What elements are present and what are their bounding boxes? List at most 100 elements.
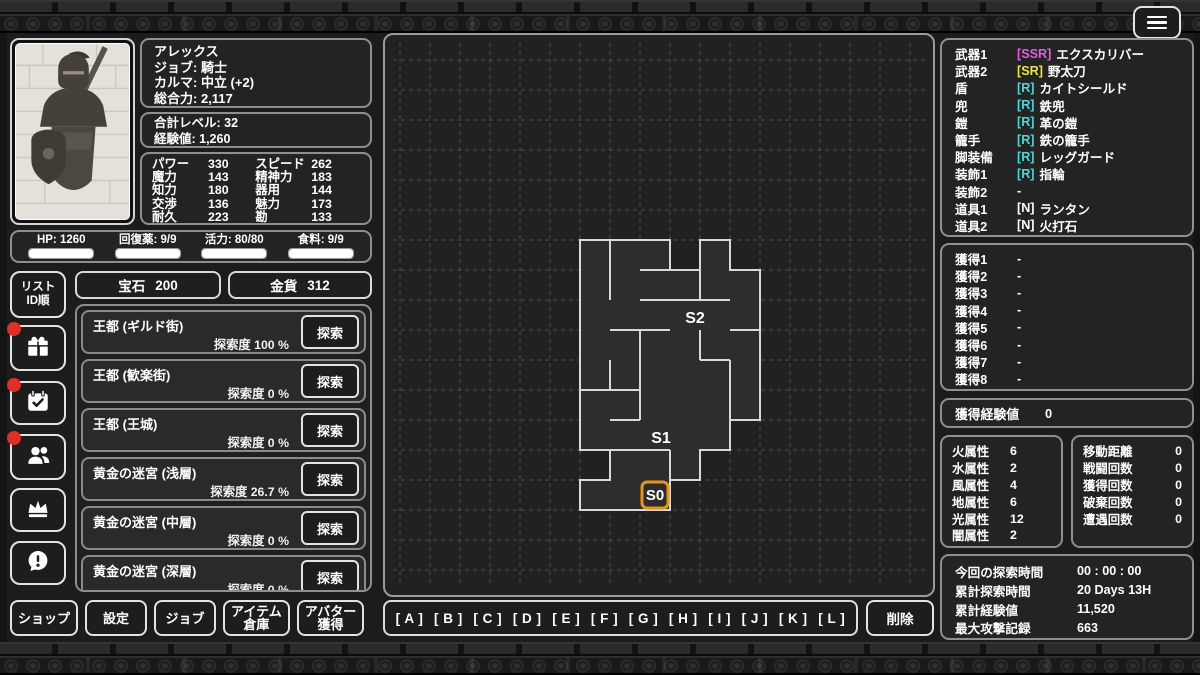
- acquisition-row: 獲得6 -: [942, 336, 1192, 354]
- equipment-rarity: [N]: [1017, 201, 1035, 216]
- stat-value: 223: [208, 209, 229, 224]
- character-total-power: 総合力: 2,117: [154, 90, 233, 106]
- element-row: 風属性 4: [942, 477, 1061, 494]
- calendar-button[interactable]: [7, 378, 66, 425]
- element-value: 2: [1010, 461, 1017, 476]
- resource-bar-fill: [202, 249, 267, 258]
- location-row-text: 黄金の迷宮 (中層) 探索度 0 %: [93, 508, 301, 548]
- element-label: 光属性: [952, 512, 990, 527]
- location-progress: 探索度 0 %: [227, 387, 290, 401]
- floor-letter-button[interactable]: [ C ]: [473, 611, 502, 626]
- brick-band: [0, 642, 1200, 656]
- location-list: 王都 (ギルド街) 探索度 100 % 探索 王都 (歓楽街) 探索度 0 % …: [75, 304, 372, 592]
- acquired-exp-panel: 獲得経験値 0: [940, 398, 1194, 428]
- list-sort-button[interactable]: リスト ID順: [10, 271, 66, 318]
- scrollwork-band: [0, 656, 1200, 675]
- footer-button[interactable]: ショップ: [10, 600, 79, 636]
- equipment-name: エクスカリバー: [1056, 48, 1145, 63]
- zone-label: S1: [651, 430, 671, 447]
- hamburger-icon: [1147, 21, 1167, 24]
- equipment-row: 武器1 [SSR] エクスカリバー: [942, 45, 1192, 63]
- element-value: 12: [1010, 511, 1024, 526]
- equipment-rarity: [R]: [1017, 115, 1035, 130]
- footer-button-label: 設定: [103, 610, 130, 626]
- floor-letter-button[interactable]: [ L ]: [818, 611, 845, 626]
- acquisition-panel: 獲得1 - 獲得2 - 獲得3 - 獲得4 - 獲得5 - 獲得6 - 獲得7 …: [940, 243, 1194, 391]
- frame-edge-right: [1193, 33, 1200, 642]
- element-label: 火属性: [952, 445, 990, 460]
- session-row: 累計経験値 11,520: [942, 600, 1192, 619]
- footer-button-label: ショップ: [18, 610, 71, 626]
- calendar-check-icon: [25, 388, 51, 419]
- element-row: 闇属性 2: [942, 527, 1061, 544]
- floor-letter-button[interactable]: [ A ]: [396, 611, 424, 626]
- ranking-button[interactable]: [10, 488, 66, 532]
- explore-button[interactable]: 探索: [301, 560, 359, 590]
- equipment-slot: 装飾1: [955, 168, 988, 183]
- resource-bar-fill: [288, 249, 353, 258]
- explore-button[interactable]: 探索: [301, 462, 359, 496]
- equipment-slot: 脚装備: [955, 151, 993, 166]
- equipment-row: 道具2 [N] 火打石: [942, 217, 1192, 234]
- explore-button[interactable]: 探索: [301, 511, 359, 545]
- stat-label: 耐久: [152, 209, 177, 224]
- floor-letter-button[interactable]: [ B ]: [434, 611, 463, 626]
- floor-letter-button[interactable]: [ G ]: [629, 611, 659, 626]
- counter-value: 0: [1175, 494, 1182, 509]
- floor-letter-button[interactable]: [ J ]: [742, 611, 769, 626]
- location-row: 王都 (歓楽街) 探索度 0 % 探索: [81, 359, 366, 403]
- crown-icon: [25, 495, 51, 526]
- equipment-row: 武器2 [SR] 野太刀: [942, 62, 1192, 80]
- floor-letter-button[interactable]: [ D ]: [513, 611, 542, 626]
- equipment-row: 兜 [R] 鉄兜: [942, 97, 1192, 114]
- friends-button[interactable]: [7, 431, 66, 480]
- footer-button[interactable]: アバター 獲得: [296, 600, 365, 636]
- counter-label: 破棄回数: [1083, 495, 1133, 510]
- notice-button[interactable]: [10, 541, 66, 585]
- element-label: 水属性: [952, 462, 990, 477]
- explore-button[interactable]: 探索: [301, 364, 359, 398]
- explore-button[interactable]: 探索: [301, 315, 359, 349]
- floor-letter-button[interactable]: [ F ]: [591, 611, 618, 626]
- game-screen: アレックス ジョブ: 騎士 カルマ: 中立 (+2) 総合力: 2,117 合計…: [0, 0, 1200, 675]
- resource-gauge: 食料: 9/9: [278, 234, 365, 259]
- acquisition-value: -: [1017, 354, 1022, 369]
- location-row: 黄金の迷宮 (中層) 探索度 0 % 探索: [81, 506, 366, 550]
- acquisition-row: 獲得5 -: [942, 319, 1192, 336]
- equipment-row: 脚装備 [R] レッグガード: [942, 148, 1192, 166]
- equipment-slot: 鎧: [955, 116, 968, 131]
- acquisition-row: 獲得2 -: [942, 267, 1192, 285]
- element-label: 風属性: [952, 479, 990, 493]
- location-progress: 探索度 0 %: [227, 534, 290, 548]
- acquired-exp-value: 0: [1044, 405, 1053, 421]
- delete-button[interactable]: 削除: [866, 600, 934, 636]
- equipment-row: 装飾2 -: [942, 183, 1192, 200]
- footer-button[interactable]: アイテム 倉庫: [223, 600, 290, 636]
- stat-label: 器用: [255, 183, 281, 198]
- list-sort-label-line2: ID順: [26, 294, 50, 307]
- equipment-panel: 武器1 [SSR] エクスカリバー 武器2 [SR] 野太刀 盾 [R] カイト…: [940, 38, 1194, 237]
- hamburger-icon: [1147, 26, 1167, 30]
- explore-button[interactable]: 探索: [301, 413, 359, 447]
- resource-label: 食料: 9/9: [297, 234, 344, 246]
- acquisition-label: 獲得7: [955, 356, 988, 371]
- acquired-exp-label: 獲得経験値: [955, 406, 1019, 422]
- total-level: 合計レベル: 32: [154, 116, 239, 130]
- map-panel[interactable]: S2 S1 S0: [383, 33, 935, 597]
- acquisition-row: 獲得3 -: [942, 284, 1192, 302]
- floor-letter-button[interactable]: [ I ]: [708, 611, 731, 626]
- footer-button[interactable]: ジョブ: [154, 600, 217, 636]
- equipment-rarity: [SSR]: [1017, 46, 1052, 61]
- character-name: アレックス: [154, 44, 219, 59]
- acquisition-row: 獲得4 -: [942, 302, 1192, 319]
- floor-letter-button[interactable]: [ H ]: [669, 611, 698, 626]
- counter-row: 破棄回数 0: [1073, 493, 1192, 510]
- equipment-row: 盾 [R] カイトシールド: [942, 79, 1192, 97]
- gift-button[interactable]: [7, 322, 66, 371]
- acquisition-value: -: [1017, 320, 1022, 335]
- element-row: 水属性 2: [942, 460, 1061, 477]
- floor-letter-button[interactable]: [ K ]: [779, 611, 808, 626]
- footer-button[interactable]: 設定: [85, 600, 148, 636]
- menu-button[interactable]: [1133, 6, 1181, 39]
- floor-letter-button[interactable]: [ E ]: [552, 611, 580, 626]
